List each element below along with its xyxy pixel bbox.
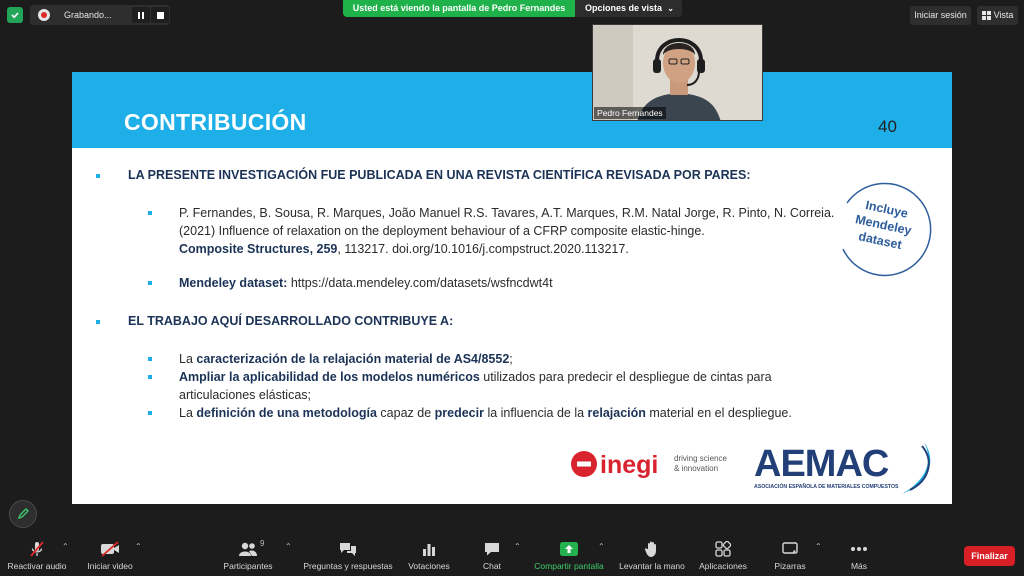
participants-count: 9 — [260, 539, 265, 548]
bullet-heading-publication: LA PRESENTE INVESTIGACIÓN FUE PUBLICADA … — [96, 168, 751, 182]
participant-video-tile[interactable]: Pedro Fernandes — [592, 24, 763, 121]
polls-icon — [421, 540, 437, 558]
participants-icon — [237, 540, 259, 558]
participants-options-caret[interactable]: ⌃ — [285, 542, 292, 551]
bullet-heading-contribution: EL TRABAJO AQUÍ DESARROLLADO CONTRIBUYE … — [96, 314, 453, 328]
audio-options-caret[interactable]: ⌃ — [62, 542, 69, 551]
recording-label: Grabando... — [64, 10, 112, 20]
dataset-link: https://data.mendeley.com/datasets/wsfnc… — [287, 276, 553, 290]
bullet-reference: P. Fernandes, B. Sousa, R. Marques, João… — [148, 204, 848, 258]
whiteboards-button[interactable]: Pizarras — [772, 540, 808, 574]
shield-check-icon[interactable] — [7, 7, 23, 23]
vista-button[interactable]: Vista — [977, 6, 1018, 25]
slide-number: 40 — [878, 117, 897, 136]
apps-icon — [715, 540, 731, 558]
chat-button[interactable]: Chat — [478, 540, 506, 574]
mendeley-stamp: Incluye Mendeley dataset — [842, 182, 932, 277]
share-options-caret[interactable]: ⌃ — [598, 542, 605, 551]
whiteboard-icon — [781, 540, 799, 558]
annotate-button[interactable] — [9, 500, 37, 528]
raise-hand-button[interactable]: Levantar la mano — [617, 540, 687, 574]
qa-button[interactable]: Preguntas y respuestas — [303, 540, 393, 574]
unmute-audio-button[interactable]: Reactivar audio — [4, 540, 70, 574]
chevron-down-icon: ⌄ — [667, 4, 674, 13]
share-screen-icon — [559, 540, 579, 558]
raise-hand-icon — [644, 540, 660, 558]
bullet-dataset: Mendeley dataset: https://data.mendeley.… — [148, 274, 848, 292]
pen-icon — [17, 508, 29, 520]
svg-text:driving science: driving science — [674, 454, 727, 463]
polls-button[interactable]: Votaciones — [406, 540, 452, 574]
stop-recording-button[interactable] — [151, 7, 169, 23]
vista-label: Vista — [993, 10, 1014, 20]
meeting-top-bar: Grabando... Usted está viendo la pantall… — [0, 0, 1024, 30]
participant-name-label: Pedro Fernandes — [594, 107, 666, 119]
chat-icon — [483, 540, 501, 558]
more-button[interactable]: Más — [846, 540, 872, 574]
view-options-label: Opciones de vista — [585, 3, 663, 13]
recording-indicator: Grabando... — [30, 5, 170, 25]
screen-share-banner: Usted está viendo la pantalla de Pedro F… — [343, 0, 575, 17]
vista-grid-icon — [981, 11, 991, 20]
slide-title: CONTRIBUCIÓN — [124, 109, 307, 135]
record-icon — [38, 9, 50, 21]
mic-off-icon — [28, 540, 46, 558]
svg-text:& innovation: & innovation — [674, 464, 718, 473]
chat-options-caret[interactable]: ⌃ — [514, 542, 521, 551]
bullet-contribution-2: Ampliar la aplicabilidad de los modelos … — [148, 368, 848, 404]
start-video-button[interactable]: Iniciar video — [84, 540, 136, 574]
slide-header: CONTRIBUCIÓN 40 — [72, 72, 952, 148]
pause-recording-button[interactable] — [132, 7, 150, 23]
stop-icon — [156, 11, 164, 19]
svg-text:ASOCIACIÓN ESPAÑOLA DE MATERIA: ASOCIACIÓN ESPAÑOLA DE MATERIALES COMPUE… — [754, 482, 899, 490]
bullet-contribution-3: La definición de una metodología capaz d… — [148, 404, 908, 422]
video-options-caret[interactable]: ⌃ — [135, 542, 142, 551]
aemac-logo: AEMAC ASOCIACIÓN ESPAÑOLA DE MATERIALES … — [754, 442, 931, 494]
svg-text:inegi: inegi — [600, 451, 658, 479]
svg-text:AEMAC: AEMAC — [754, 443, 889, 485]
bullet-contribution-1: La caracterización de la relajación mate… — [148, 350, 848, 368]
video-off-icon — [99, 540, 121, 558]
qa-icon — [338, 540, 358, 558]
end-meeting-button[interactable]: Finalizar — [964, 546, 1015, 566]
journal-name: Composite Structures, 259 — [179, 242, 338, 256]
apps-button[interactable]: Aplicaciones — [697, 540, 749, 574]
participants-button[interactable]: Participantes — [222, 540, 274, 574]
more-icon — [850, 540, 868, 558]
share-screen-button[interactable]: Compartir pantalla — [531, 540, 607, 574]
shared-slide: CONTRIBUCIÓN 40 LA PRESENTE INVESTIGACIÓ… — [72, 72, 952, 504]
whiteboards-options-caret[interactable]: ⌃ — [815, 542, 822, 551]
sign-in-button[interactable]: Iniciar sesión — [910, 6, 971, 25]
pause-icon — [138, 11, 144, 19]
view-options-button[interactable]: Opciones de vista ⌄ — [575, 0, 682, 17]
meeting-toolbar: Reactivar audio ⌃ Iniciar video ⌃ Partic… — [0, 536, 1024, 576]
inegi-logo: inegi driving science & innovation — [571, 451, 727, 479]
